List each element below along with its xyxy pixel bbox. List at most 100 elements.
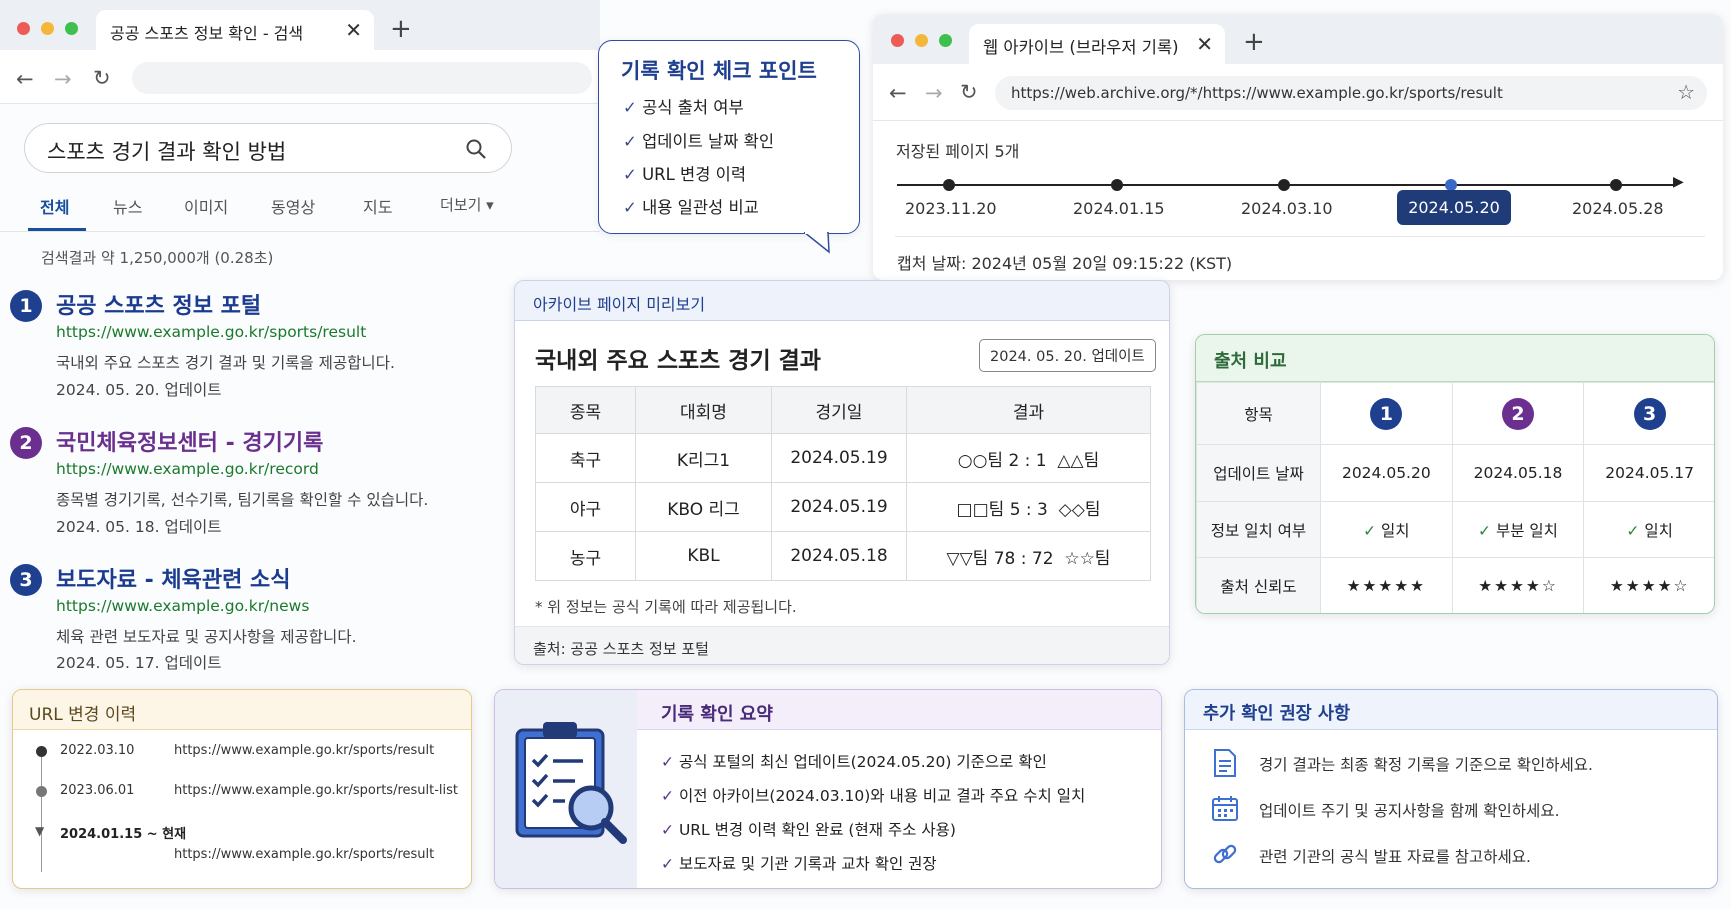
archive-url[interactable]: https://web.archive.org/*/https://www.ex… (1011, 84, 1503, 102)
summary-text: URL 변경 이력 확인 완료 (현재 주소 사용) (678, 821, 956, 839)
timeline-date-selected[interactable]: 2024.05.20 (1397, 190, 1511, 225)
tab-search[interactable]: 공공 스포츠 정보 확인 - 검색 ✕ (96, 10, 374, 50)
check-icon: ✓ (623, 132, 637, 151)
result-date: 2024. 05. 18. 업데이트 (56, 518, 222, 536)
result-title-link[interactable]: 국민체육정보센터 - 경기기록 (56, 425, 323, 457)
search-box[interactable]: 스포츠 경기 결과 확인 방법 (24, 123, 512, 173)
new-tab-icon[interactable]: + (390, 14, 412, 44)
preview-note: * 위 정보는 공식 기록에 따라 제공됩니다. (535, 598, 797, 616)
new-tab-icon[interactable]: + (1243, 27, 1265, 57)
search-icon[interactable] (465, 138, 487, 160)
tab-title: 공공 스포츠 정보 확인 - 검색 (110, 24, 304, 43)
column-header: 대회명 (635, 386, 772, 434)
checkpoint-label: 공식 출처 여부 (642, 98, 744, 117)
source-col-1: 1 (1320, 382, 1453, 445)
address-bar[interactable] (132, 62, 592, 94)
timeline-date[interactable]: 2024.05.28 (1572, 199, 1664, 218)
timeline-point[interactable] (943, 179, 955, 191)
star-icon[interactable]: ☆ (1677, 80, 1695, 104)
column-header: 종목 (535, 386, 636, 434)
link-icon (1213, 844, 1237, 864)
history-line (41, 752, 42, 872)
table-cell: 2024.05.19 (771, 482, 907, 532)
compare-cell: 2024.05.18 (1451, 444, 1585, 502)
history-url[interactable]: https://www.example.go.kr/sports/result-… (174, 783, 458, 798)
table-cell: K리그1 (635, 433, 772, 483)
timeline-date[interactable]: 2024.01.15 (1073, 199, 1165, 218)
timeline-point[interactable] (1610, 179, 1622, 191)
table-cell: KBL (635, 531, 772, 581)
result-number-badge: 3 (10, 564, 42, 596)
table-row: 야구 KBO 리그 2024.05.19 □□팀 5 : 3 ◇◇팀 (535, 482, 1151, 532)
compare-header-row: 항목 1 2 3 (1196, 382, 1714, 445)
minimize-window-dot[interactable] (915, 34, 928, 47)
checkpoint-title: 기록 확인 체크 포인트 (621, 59, 817, 83)
source-number-badge: 3 (1633, 397, 1666, 430)
result-url[interactable]: https://www.example.go.kr/sports/result (56, 323, 366, 341)
timeline-date[interactable]: 2024.03.10 (1241, 199, 1333, 218)
check-icon: ✓ (623, 198, 637, 217)
source-col-2: 2 (1451, 382, 1585, 445)
search-input[interactable]: 스포츠 경기 결과 확인 방법 (47, 136, 286, 166)
tab-maps[interactable]: 지도 (363, 194, 392, 218)
close-window-dot[interactable] (17, 22, 30, 35)
timeline-date[interactable]: 2023.11.20 (905, 199, 997, 218)
close-tab-icon[interactable]: ✕ (345, 18, 362, 42)
checkpoint-label: 내용 일관성 비교 (642, 198, 759, 217)
source-number-badge: 1 (1370, 397, 1403, 430)
reload-icon[interactable]: ↻ (93, 66, 111, 90)
compare-cell: 2024.05.20 (1320, 444, 1453, 502)
minimize-window-dot[interactable] (41, 22, 54, 35)
tab-more[interactable]: 더보기 ▾ (440, 194, 494, 215)
maximize-window-dot[interactable] (65, 22, 78, 35)
archive-address-bar[interactable]: https://web.archive.org/*/https://www.ex… (995, 76, 1707, 110)
capture-date: 캡처 날짜: 2024년 05월 20일 09:15:22 (KST) (897, 254, 1233, 273)
compare-cell: ✓ 일치 (1320, 501, 1453, 558)
history-url[interactable]: https://www.example.go.kr/sports/result (174, 847, 434, 862)
column-header: 결과 (906, 386, 1151, 434)
maximize-window-dot[interactable] (939, 34, 952, 47)
tab-all[interactable]: 전체 (40, 194, 69, 218)
table-cell: ○○팀 2 : 1 △△팀 (906, 433, 1151, 483)
result-url[interactable]: https://www.example.go.kr/record (56, 460, 319, 478)
recommend-header-bar: 추가 확인 권장 사항 (1185, 690, 1717, 730)
summary-header-bar: 기록 확인 요약 (637, 690, 1161, 730)
table-cell: 농구 (535, 531, 636, 581)
summary-text: 이전 아카이브(2024.03.10)와 내용 비교 결과 주요 수치 일치 (678, 787, 1086, 805)
url-history-header: URL 변경 이력 (13, 690, 471, 730)
check-icon: ✓ (661, 753, 674, 771)
result-title-link[interactable]: 보도자료 - 체육관련 소식 (56, 562, 291, 594)
back-icon[interactable]: ← (16, 67, 34, 91)
recommend-text: 경기 결과는 최종 확정 기록을 기준으로 확인하세요. (1259, 756, 1593, 774)
tab-videos[interactable]: 동영상 (271, 194, 315, 218)
close-tab-icon[interactable]: ✕ (1196, 32, 1213, 56)
forward-icon[interactable]: → (925, 81, 943, 105)
back-icon[interactable]: ← (889, 81, 907, 105)
tab-archive[interactable]: 웹 아카이브 (브라우저 기록) ✕ (969, 24, 1225, 64)
preview-header: 아카이브 페이지 미리보기 (533, 295, 706, 314)
result-description: 체육 관련 보도자료 및 공지사항을 제공합니다. (56, 628, 357, 646)
archive-preview-panel: 아카이브 페이지 미리보기 국내외 주요 스포츠 경기 결과 2024. 05.… (514, 280, 1170, 665)
close-window-dot[interactable] (891, 34, 904, 47)
reload-icon[interactable]: ↻ (960, 80, 978, 104)
result-number-badge: 1 (10, 290, 42, 322)
history-date: 2022.03.10 (60, 743, 135, 758)
saved-pages-label: 저장된 페이지 5개 (896, 142, 1020, 161)
tab-news[interactable]: 뉴스 (113, 194, 142, 218)
timeline-point[interactable] (1278, 179, 1290, 191)
checkpoint-item: ✓ 공식 출처 여부 (623, 94, 744, 118)
forward-icon[interactable]: → (54, 67, 72, 91)
result-url[interactable]: https://www.example.go.kr/news (56, 597, 309, 615)
history-url[interactable]: https://www.example.go.kr/sports/result (174, 743, 434, 758)
compare-row: 업데이트 날짜 2024.05.20 2024.05.18 2024.05.17 (1196, 444, 1714, 502)
checkpoint-label: URL 변경 이력 (642, 165, 747, 184)
check-icon: ✓ (661, 821, 674, 839)
source-number-badge: 2 (1501, 397, 1534, 430)
timeline-point[interactable] (1111, 179, 1123, 191)
tab-images[interactable]: 이미지 (184, 194, 228, 218)
capture-divider (895, 236, 1705, 237)
summary-text: 공식 포털의 최신 업데이트(2024.05.20) 기준으로 확인 (678, 753, 1047, 771)
result-title-link[interactable]: 공공 스포츠 정보 포털 (56, 288, 261, 320)
checkpoint-label: 업데이트 날짜 확인 (642, 132, 775, 151)
preview-source-bar: 출처: 공공 스포츠 정보 포털 (515, 626, 1169, 664)
